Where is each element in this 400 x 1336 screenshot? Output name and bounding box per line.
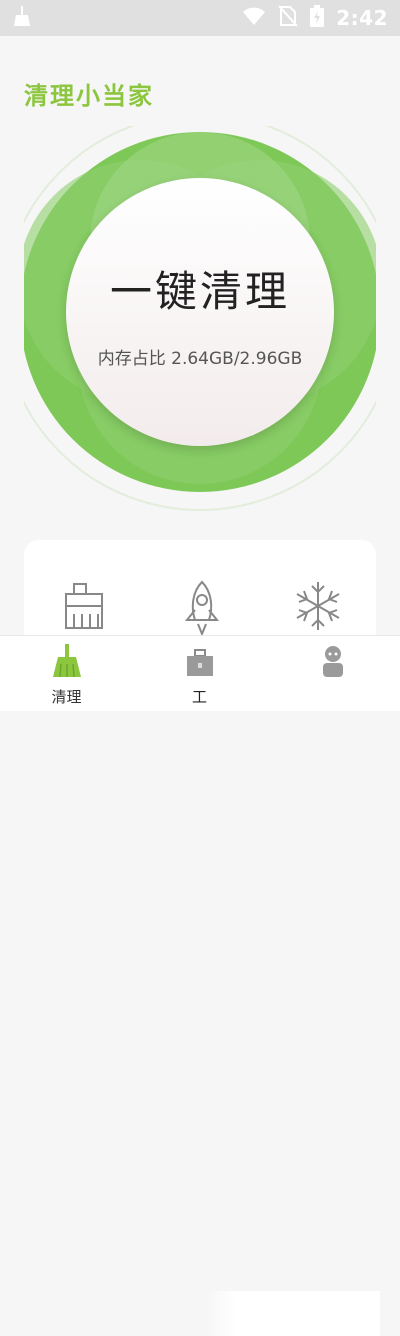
- wifi-icon: [242, 6, 266, 30]
- memory-value: 2.64GB/2.96GB: [171, 349, 303, 369]
- nav-tools[interactable]: 工: [133, 636, 266, 711]
- nav-tools-label: 工: [191, 688, 207, 706]
- memory-usage: 内存占比 2.64GB/2.96GB: [66, 344, 334, 369]
- nav-mine[interactable]: [266, 636, 399, 711]
- overlay-smear: [205, 1291, 380, 1336]
- broom-icon: [52, 644, 82, 682]
- nav-clean[interactable]: 清理: [0, 636, 133, 711]
- toolbox-icon: [185, 644, 215, 682]
- one-key-clean-label: 一键清理: [109, 267, 290, 316]
- broom-notification-icon: [12, 5, 32, 31]
- battery-charging-icon: [310, 5, 325, 31]
- tool-speedup-button[interactable]: [178, 580, 226, 640]
- tool-clean-button[interactable]: [60, 580, 108, 640]
- app-title: 清理小当家: [24, 82, 154, 110]
- one-key-clean-button[interactable]: 一键清理 内存占比 2.64GB/2.96GB: [66, 178, 334, 446]
- clean-brush-icon: [60, 583, 108, 634]
- tool-cooling-button[interactable]: [294, 580, 342, 640]
- memory-label: 内存占比: [97, 349, 166, 369]
- robot-icon: [318, 644, 348, 682]
- no-sim-icon: [278, 5, 298, 31]
- bottom-nav: 清理 工: [0, 635, 400, 1336]
- status-time: 2:42: [336, 6, 388, 30]
- status-bar: 2:42: [0, 0, 400, 36]
- nav-clean-label: 清理: [51, 688, 82, 706]
- snowflake-icon: [294, 582, 342, 636]
- clean-ring: 一键清理 内存占比 2.64GB/2.96GB: [24, 126, 376, 518]
